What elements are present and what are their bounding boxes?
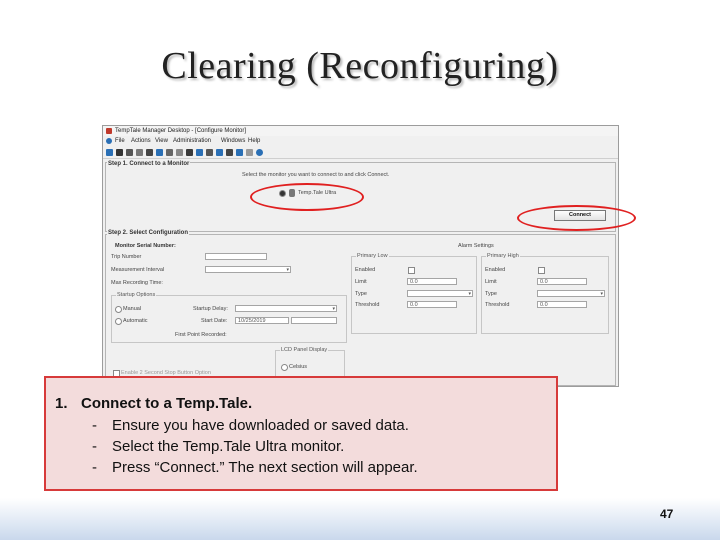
alarm-settings-title: Alarm Settings <box>458 243 494 249</box>
measurement-interval-label: Measurement Interval <box>111 267 165 273</box>
manual-label: Manual <box>123 306 142 312</box>
high-limit-input[interactable]: 0.0 <box>537 278 587 285</box>
celsius-label: Celsius <box>289 364 308 370</box>
high-threshold-label: Threshold <box>485 302 510 308</box>
bullet-text: Ensure you have downloaded or saved data… <box>112 417 409 434</box>
page-number: 47 <box>660 507 674 521</box>
callout-step-number: 1. <box>55 395 68 412</box>
start-date-label: Start Date: <box>201 318 228 324</box>
info-icon[interactable] <box>236 149 243 156</box>
manual-radio[interactable] <box>115 306 122 313</box>
refresh-icon[interactable] <box>246 149 253 156</box>
high-type-select[interactable]: ▾ <box>537 290 605 297</box>
chart-icon[interactable] <box>166 149 173 156</box>
clear-icon[interactable] <box>206 149 213 156</box>
automatic-label: Automatic <box>123 318 148 324</box>
start-date-input[interactable]: 10/25/2019 <box>235 317 289 324</box>
primary-low-title: Primary Low <box>356 253 389 259</box>
first-point-label: First Point Recorded: <box>175 332 227 338</box>
low-enabled-label: Enabled <box>355 267 376 273</box>
bullet-dash: - <box>92 438 97 455</box>
open-icon[interactable] <box>116 149 123 156</box>
low-type-label: Type <box>355 291 367 297</box>
window-titlebar: TempTale Manager Desktop - [Configure Mo… <box>103 126 618 136</box>
toolbar <box>103 147 618 159</box>
low-threshold-input[interactable]: 0.0 <box>407 301 457 308</box>
app-window-screenshot: TempTale Manager Desktop - [Configure Mo… <box>102 125 619 387</box>
trip-number-label: Trip Number <box>111 254 142 260</box>
bullet-dash: - <box>92 459 97 476</box>
lcd-panel-title: LCD Panel Display <box>280 347 329 353</box>
menu-windows[interactable]: Windows <box>221 138 245 144</box>
trip-number-input[interactable] <box>205 253 267 260</box>
high-enabled-label: Enabled <box>485 267 506 273</box>
primary-high-title: Primary High <box>486 253 520 259</box>
monitor-serial-label: Monitor Serial Number: <box>115 243 176 249</box>
save-icon[interactable] <box>126 149 133 156</box>
help-icon[interactable] <box>256 149 263 156</box>
slide-title: Clearing (Reconfiguring) <box>161 45 559 87</box>
monitor-icon[interactable] <box>156 149 163 156</box>
bullet-dash: - <box>92 417 97 434</box>
measurement-interval-select[interactable]: ▾ <box>205 266 291 273</box>
automatic-radio[interactable] <box>115 318 122 325</box>
footer-band <box>0 498 720 540</box>
bullet-text: Press “Connect.” The next section will a… <box>112 459 418 476</box>
low-limit-label: Limit <box>355 279 367 285</box>
menu-view[interactable]: View <box>155 138 168 144</box>
new-icon[interactable] <box>106 149 113 156</box>
user-icon[interactable] <box>216 149 223 156</box>
app-logo-icon <box>106 128 112 134</box>
chevron-down-icon: ▾ <box>332 306 335 312</box>
high-limit-label: Limit <box>485 279 497 285</box>
high-threshold-input[interactable]: 0.0 <box>537 301 587 308</box>
startup-delay-label: Startup Delay: <box>193 306 228 312</box>
high-enabled-checkbox[interactable] <box>538 267 545 274</box>
menu-help[interactable]: Help <box>248 138 260 144</box>
connect-highlight-oval <box>517 205 636 231</box>
low-type-select[interactable]: ▾ <box>407 290 473 297</box>
callout-heading: Connect to a Temp.Tale. <box>81 395 253 412</box>
print-icon[interactable] <box>136 149 143 156</box>
start-time-input[interactable] <box>291 317 337 324</box>
low-enabled-checkbox[interactable] <box>408 267 415 274</box>
chevron-down-icon: ▾ <box>600 291 603 297</box>
max-recording-label: Max Recording Time: <box>111 280 163 286</box>
celsius-radio[interactable] <box>281 364 288 371</box>
chevron-down-icon: ▾ <box>286 267 289 273</box>
connect-icon[interactable] <box>196 149 203 156</box>
bullet-text: Select the Temp.Tale Ultra monitor. <box>112 438 345 455</box>
settings-icon[interactable] <box>186 149 193 156</box>
menu-administration[interactable]: Administration <box>173 138 211 144</box>
startup-delay-select[interactable]: ▾ <box>235 305 337 312</box>
chevron-down-icon: ▾ <box>468 291 471 297</box>
step1-instruction: Select the monitor you want to connect t… <box>242 172 390 178</box>
menu-file[interactable]: File <box>115 138 125 144</box>
monitor-highlight-oval <box>250 183 364 211</box>
lock-icon[interactable] <box>226 149 233 156</box>
startup-options-title: Startup Options <box>116 292 157 298</box>
step2-label: Step 2. Select Configuration <box>107 230 190 236</box>
report-icon[interactable] <box>176 149 183 156</box>
tools-icon[interactable] <box>146 149 153 156</box>
menu-actions[interactable]: Actions <box>131 138 151 144</box>
step1-label: Step 1. Connect to a Monitor <box>107 161 191 167</box>
low-limit-input[interactable]: 0.0 <box>407 278 457 285</box>
instruction-callout: 1. Connect to a Temp.Tale. - Ensure you … <box>44 376 558 491</box>
menu-bar: File Actions View Administration Windows… <box>103 137 618 146</box>
high-type-label: Type <box>485 291 497 297</box>
window-title: TempTale Manager Desktop - [Configure Mo… <box>115 128 247 134</box>
menu-logo-icon <box>106 138 112 144</box>
low-threshold-label: Threshold <box>355 302 380 308</box>
